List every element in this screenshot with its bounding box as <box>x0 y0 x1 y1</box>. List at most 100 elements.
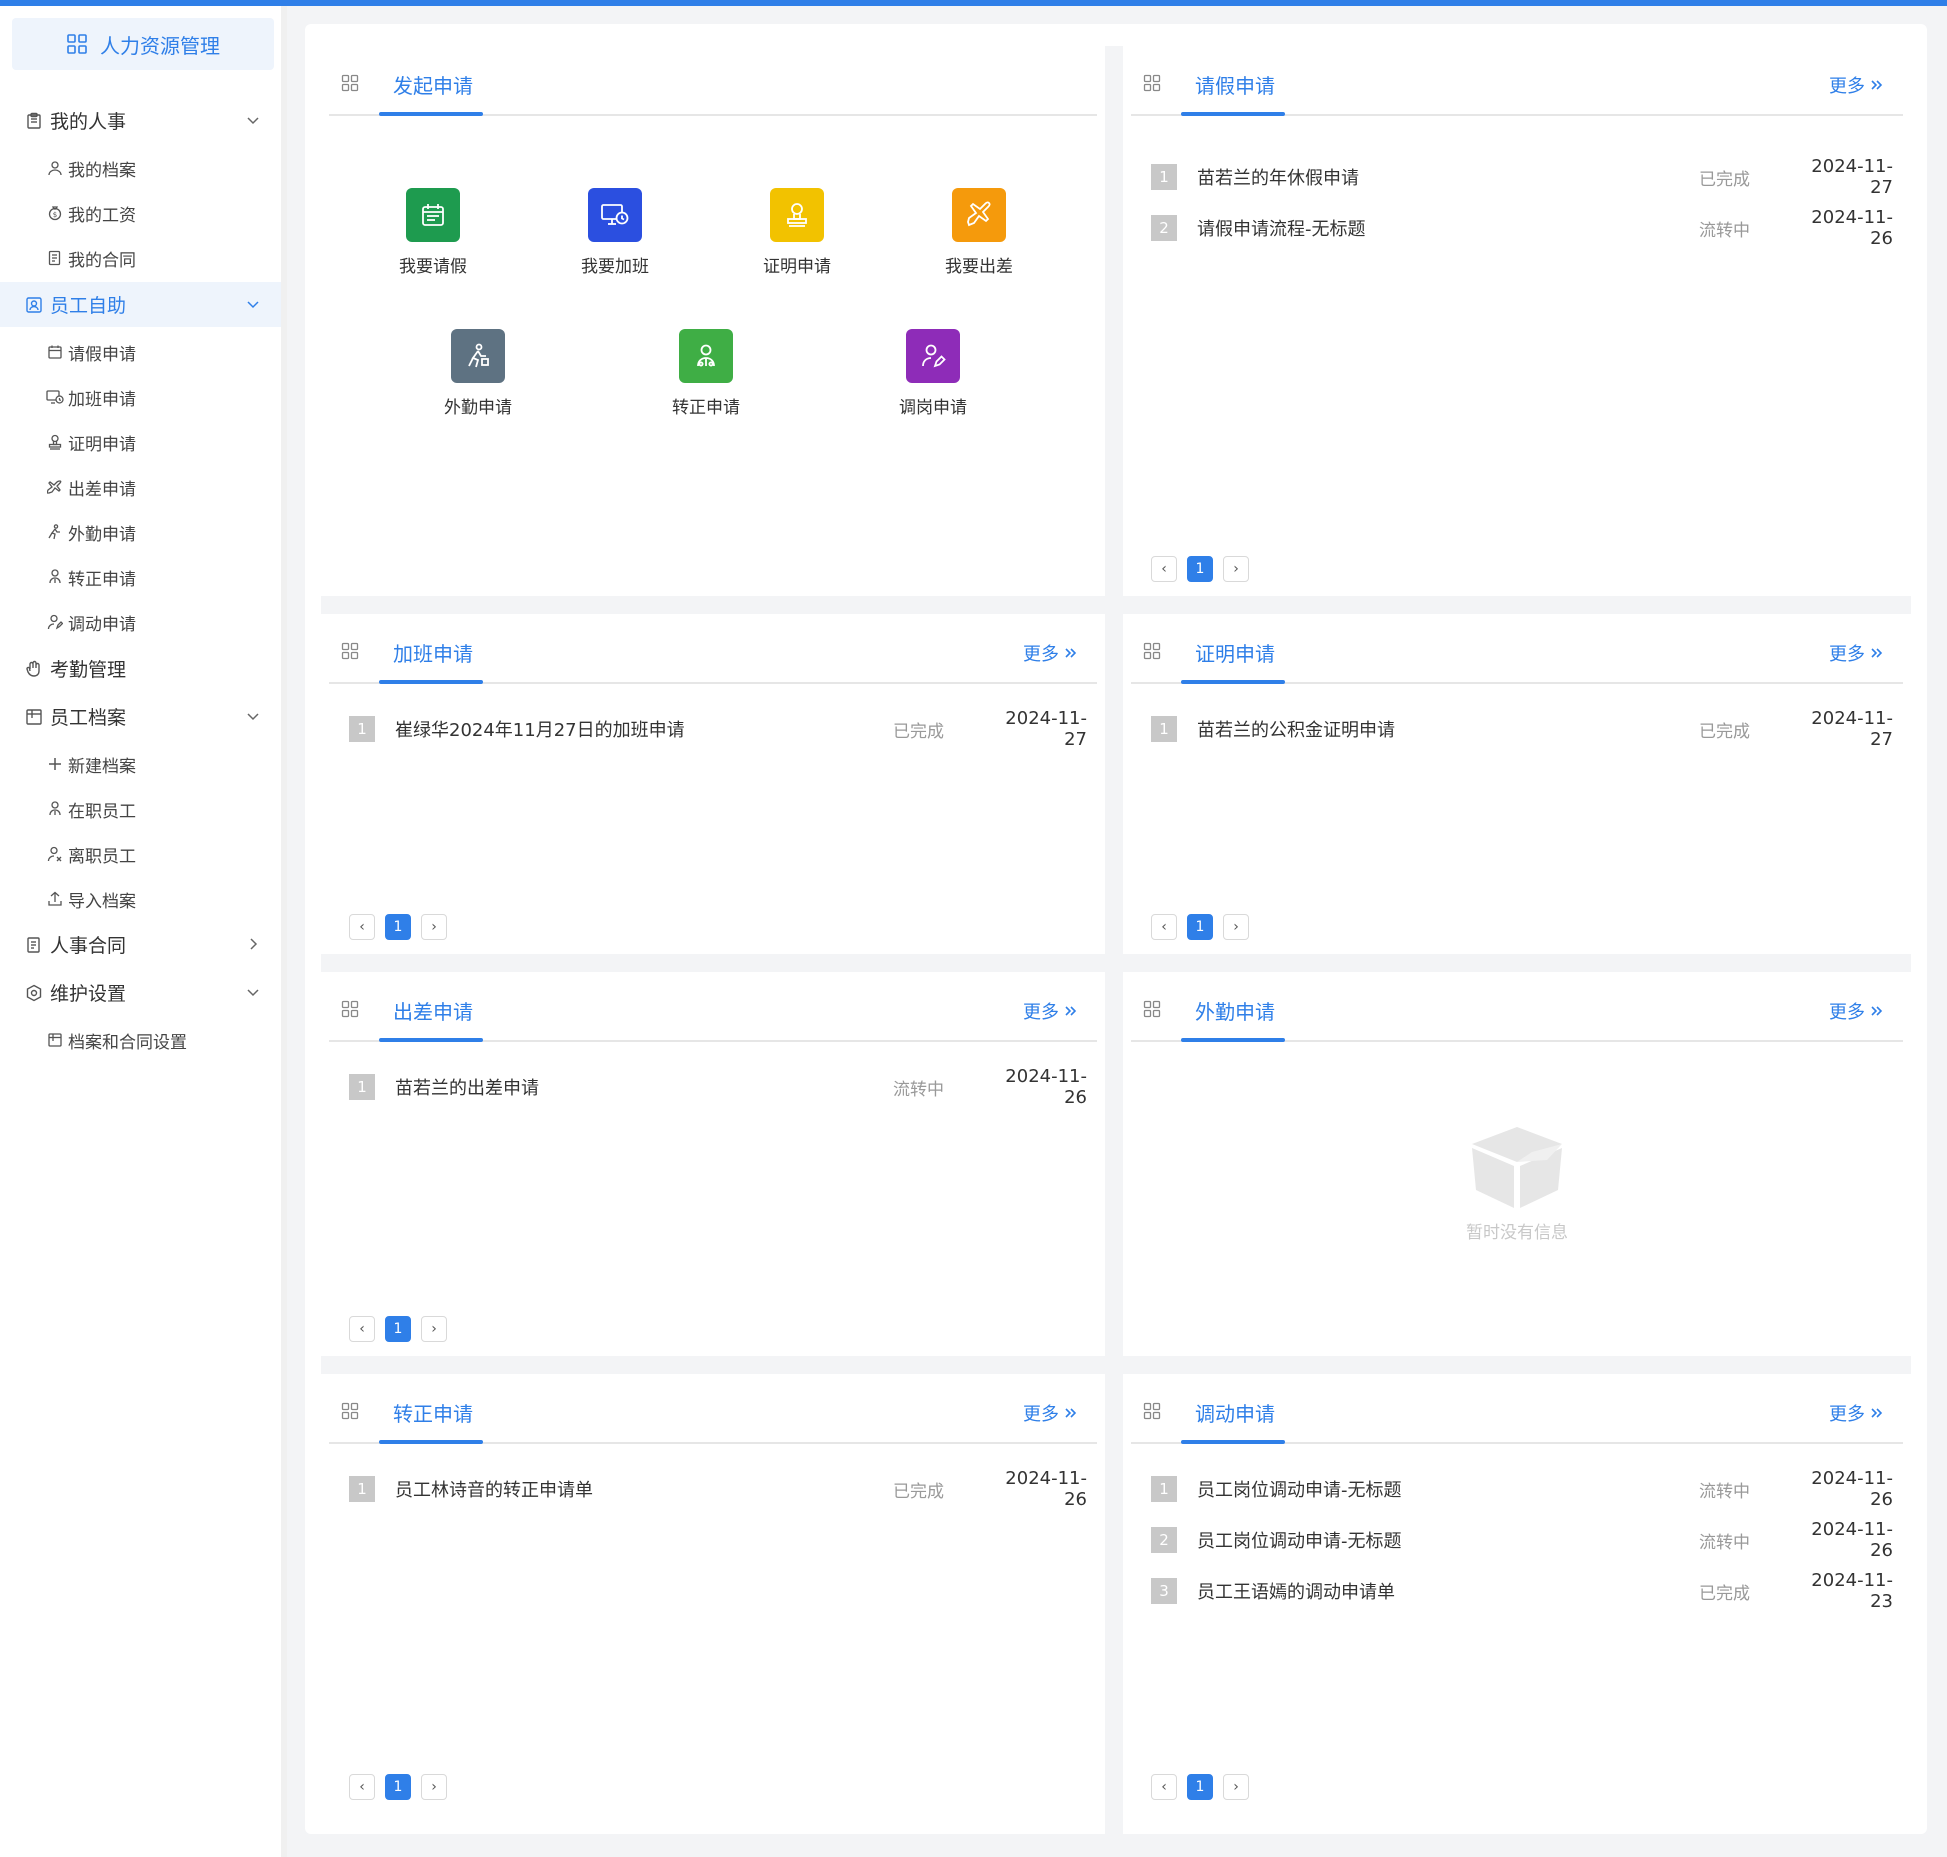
app-transfer[interactable]: 调岗申请 <box>873 329 993 418</box>
row-title[interactable]: 苗若兰的公积金证明申请 <box>1197 716 1699 742</box>
sidebar-item-record-contract-settings[interactable]: 档案和合同设置 <box>0 1018 281 1062</box>
sidebar-item-regularization[interactable]: 转正申请 <box>0 555 281 599</box>
sidebar-item-new-record[interactable]: 新建档案 <box>0 742 281 786</box>
monitor-clock-icon <box>601 204 629 225</box>
nav-my-personnel[interactable]: 我的人事 <box>0 98 281 143</box>
sidebar-item-my-contract[interactable]: 我的合同 <box>0 236 281 280</box>
row-number: 1 <box>349 1074 375 1100</box>
panel-header: 请假申请 更多 <box>1131 46 1903 116</box>
document-icon <box>24 935 44 955</box>
more-link[interactable]: 更多 <box>1829 640 1883 666</box>
nav-attendance[interactable]: 考勤管理 <box>0 646 281 691</box>
app-tile <box>451 329 505 383</box>
next-page-button[interactable]: › <box>421 1316 447 1342</box>
sidebar-item-leave[interactable]: 请假申请 <box>0 330 281 374</box>
sidebar-item-business-trip[interactable]: 出差申请 <box>0 465 281 509</box>
sidebar-item-overtime[interactable]: 加班申请 <box>0 375 281 419</box>
row-title[interactable]: 员工林诗音的转正申请单 <box>395 1476 893 1502</box>
more-link[interactable]: 更多 <box>1023 1400 1077 1426</box>
row-title[interactable]: 请假申请流程-无标题 <box>1197 215 1699 241</box>
row-title[interactable]: 苗若兰的年休假申请 <box>1197 164 1699 190</box>
row-title[interactable]: 员工王语嫣的调动申请单 <box>1197 1578 1699 1604</box>
next-page-button[interactable]: › <box>1223 914 1249 940</box>
nav-hr-contracts[interactable]: 人事合同 <box>0 922 281 967</box>
sidebar-item-label: 档案和合同设置 <box>68 1032 187 1053</box>
row-date: 2024-11-27 <box>1811 156 1893 198</box>
sidebar-item-active-employees[interactable]: 在职员工 <box>0 787 281 831</box>
app-field-work[interactable]: 外勤申请 <box>418 329 538 418</box>
sidebar-item-my-salary[interactable]: $ 我的工资 <box>0 191 281 235</box>
app-business-trip[interactable]: 我要出差 <box>919 188 1039 277</box>
prev-page-button[interactable]: ‹ <box>349 1774 375 1800</box>
sidebar-item-field-work[interactable]: 外勤申请 <box>0 510 281 554</box>
panel-transfer: 调动申请 更多 1 员工岗位调动申请-无标题 流转中 2024-11-26 2 员工岗位… <box>1123 1374 1911 1834</box>
more-link[interactable]: 更多 <box>1829 72 1883 98</box>
prev-page-button[interactable]: ‹ <box>1151 914 1177 940</box>
sidebar-item-label: 新建档案 <box>68 756 136 777</box>
more-link[interactable]: 更多 <box>1829 1400 1883 1426</box>
sidebar-item-my-profile[interactable]: 我的档案 <box>0 146 281 190</box>
page-number-button[interactable]: 1 <box>385 1774 411 1800</box>
prev-page-button[interactable]: ‹ <box>349 914 375 940</box>
chevron-down-icon <box>247 301 259 309</box>
nav-employee-self-service[interactable]: 员工自助 <box>0 282 281 327</box>
row-number: 1 <box>1151 716 1177 742</box>
nav-maintenance-settings[interactable]: 维护设置 <box>0 970 281 1015</box>
double-chevron-right-icon <box>1871 648 1883 658</box>
user-icon <box>46 159 64 177</box>
prev-page-button[interactable]: ‹ <box>349 1316 375 1342</box>
app-label: 转正申请 <box>672 398 740 418</box>
page-number-button[interactable]: 1 <box>385 914 411 940</box>
list-item[interactable]: 1 苗若兰的出差申请 流转中 2024-11-26 <box>349 1066 1087 1108</box>
sidebar-item-label: 导入档案 <box>68 891 136 912</box>
list-item[interactable]: 1 员工林诗音的转正申请单 已完成 2024-11-26 <box>349 1468 1087 1510</box>
more-link[interactable]: 更多 <box>1829 998 1883 1024</box>
app-tile <box>952 188 1006 242</box>
list-item[interactable]: 1 员工岗位调动申请-无标题 流转中 2024-11-26 <box>1151 1468 1893 1510</box>
sidebar-item-resigned-employees[interactable]: 离职员工 <box>0 832 281 876</box>
page-number-button[interactable]: 1 <box>1187 1774 1213 1800</box>
next-page-button[interactable]: › <box>1223 556 1249 582</box>
row-number: 1 <box>349 716 375 742</box>
more-link[interactable]: 更多 <box>1023 640 1077 666</box>
app-leave[interactable]: 我要请假 <box>373 188 493 277</box>
panel-header: 出差申请 更多 <box>329 972 1097 1042</box>
sidebar-item-transfer[interactable]: 调动申请 <box>0 600 281 644</box>
row-title[interactable]: 苗若兰的出差申请 <box>395 1074 893 1100</box>
list-item[interactable]: 1 苗若兰的公积金证明申请 已完成 2024-11-27 <box>1151 708 1893 750</box>
app-regularization[interactable]: 转正申请 <box>646 329 766 418</box>
panel-regularization: 转正申请 更多 1 员工林诗音的转正申请单 已完成 2024-11-26 ‹ 1 › <box>321 1374 1105 1834</box>
grid-icon <box>1143 74 1161 92</box>
list-item[interactable]: 1 崔绿华2024年11月27日的加班申请 已完成 2024-11-27 <box>349 708 1087 750</box>
app-overtime[interactable]: 我要加班 <box>555 188 675 277</box>
page-number-button[interactable]: 1 <box>1187 914 1213 940</box>
app-logo[interactable]: 人力资源管理 <box>12 18 274 70</box>
next-page-button[interactable]: › <box>421 1774 447 1800</box>
panel-header: 外勤申请 更多 <box>1131 972 1903 1042</box>
next-page-button[interactable]: › <box>1223 1774 1249 1800</box>
list-item[interactable]: 2 请假申请流程-无标题 流转中 2024-11-26 <box>1151 207 1893 249</box>
prev-page-button[interactable]: ‹ <box>1151 1774 1177 1800</box>
list-item[interactable]: 3 员工王语嫣的调动申请单 已完成 2024-11-23 <box>1151 1570 1893 1612</box>
user-edit-icon <box>46 613 64 631</box>
panel-header: 证明申请 更多 <box>1131 614 1903 684</box>
row-title[interactable]: 员工岗位调动申请-无标题 <box>1197 1527 1699 1553</box>
user-card-icon <box>24 295 44 315</box>
row-status: 已完成 <box>1699 169 1750 190</box>
row-status: 流转中 <box>1699 1481 1750 1502</box>
more-link[interactable]: 更多 <box>1023 998 1077 1024</box>
list-item[interactable]: 1 苗若兰的年休假申请 已完成 2024-11-27 <box>1151 156 1893 198</box>
app-proof[interactable]: 证明申请 <box>737 188 857 277</box>
page-number-button[interactable]: 1 <box>385 1316 411 1342</box>
row-title[interactable]: 崔绿华2024年11月27日的加班申请 <box>395 716 893 742</box>
next-page-button[interactable]: › <box>421 914 447 940</box>
nav-employee-records[interactable]: 员工档案 <box>0 694 281 739</box>
sidebar-item-import-records[interactable]: 导入档案 <box>0 877 281 921</box>
tab-underline <box>379 112 483 116</box>
list-item[interactable]: 2 员工岗位调动申请-无标题 流转中 2024-11-26 <box>1151 1519 1893 1561</box>
prev-page-button[interactable]: ‹ <box>1151 556 1177 582</box>
calendar-icon <box>46 343 64 361</box>
page-number-button[interactable]: 1 <box>1187 556 1213 582</box>
row-title[interactable]: 员工岗位调动申请-无标题 <box>1197 1476 1699 1502</box>
sidebar-item-proof[interactable]: 证明申请 <box>0 420 281 464</box>
